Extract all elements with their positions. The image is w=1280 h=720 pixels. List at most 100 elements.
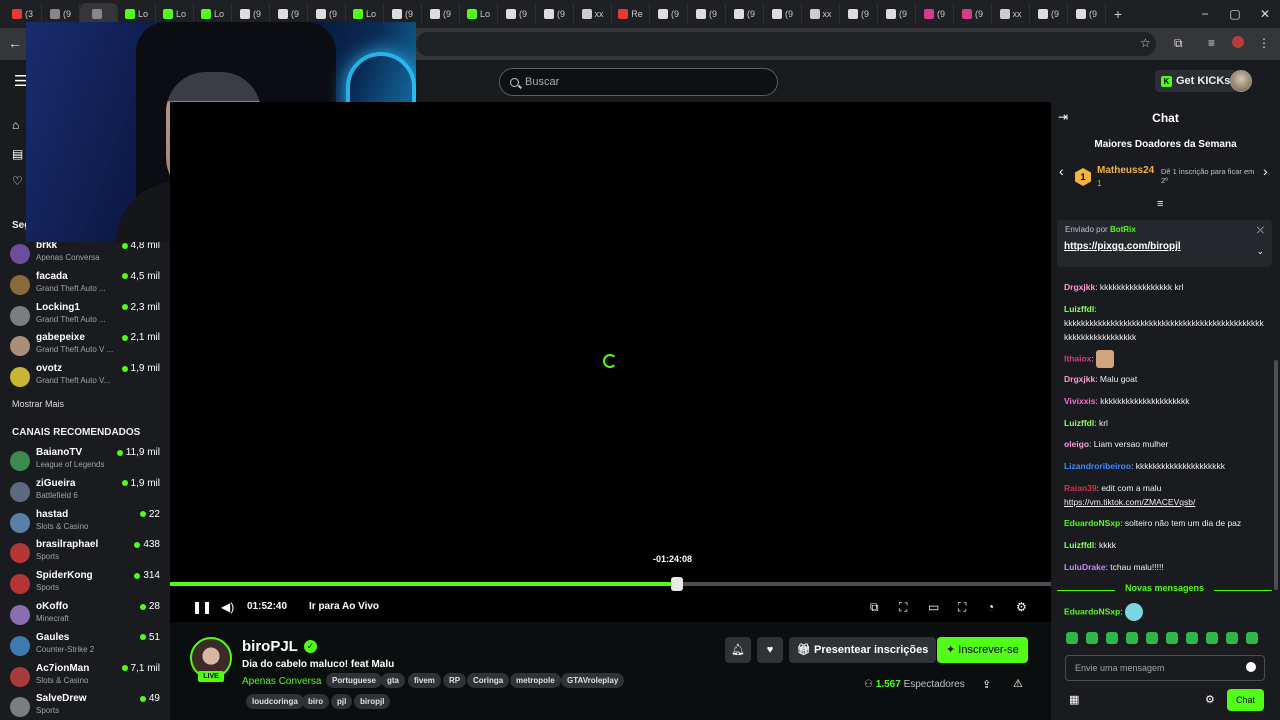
video-player[interactable]: -01:24:08 ❚❚ ◀) 01:52:40 Ir para Ao Vivo…	[170, 102, 1051, 622]
sidebar-channel-ovotz[interactable]: ovotz Grand Theft Auto V... 1,9 mil	[10, 363, 160, 391]
browser-tab[interactable]: (9	[878, 3, 916, 25]
chat-send-button[interactable]: Chat	[1227, 689, 1264, 711]
browser-tab[interactable]: Re	[612, 3, 650, 25]
emote-icon[interactable]	[1066, 632, 1078, 644]
chat-username[interactable]: Drgxjkk	[1064, 374, 1095, 384]
chevron-right-icon[interactable]: ›	[1263, 163, 1268, 179]
emote-icon[interactable]	[1126, 632, 1138, 644]
sidebar-channel-facada[interactable]: facada Grand Theft Auto ... 4,5 mil	[10, 271, 160, 299]
chat-username[interactable]: LuluDrake	[1064, 562, 1106, 572]
emoji-picker-icon[interactable]	[1246, 662, 1256, 672]
sidebar-channel-gabepeixe[interactable]: gabepeixe Grand Theft Auto V ... 2,1 mil	[10, 332, 160, 360]
stream-tag[interactable]: metropole	[510, 673, 561, 688]
go-live-button[interactable]: Ir para Ao Vivo	[309, 601, 379, 612]
star-icon[interactable]: ☆	[1140, 36, 1151, 50]
browser-tab[interactable]: (9	[498, 3, 536, 25]
home-icon[interactable]: ⌂	[12, 118, 19, 132]
stream-tag[interactable]: pjl	[331, 694, 353, 709]
browser-tab[interactable]: (9	[726, 3, 764, 25]
sidebar-channel-locking1[interactable]: Locking1 Grand Theft Auto ... 2,3 mil	[10, 302, 160, 330]
follow-heart-button[interactable]: ♥	[757, 637, 783, 663]
unpin-icon[interactable]: ⤫	[1257, 225, 1264, 236]
browser-tab[interactable]: (9	[764, 3, 802, 25]
speed-icon[interactable]: ◔	[987, 600, 994, 614]
theater-mode-icon[interactable]: ▭	[928, 600, 939, 614]
pinned-link[interactable]: https://pixgg.com/biropjl	[1064, 241, 1181, 252]
report-warning-icon[interactable]: ⚠	[1013, 677, 1023, 690]
stream-tag[interactable]: RP	[443, 673, 467, 688]
browser-tab[interactable]: (9	[916, 3, 954, 25]
user-avatar[interactable]	[1230, 70, 1252, 92]
profile-icon[interactable]	[1232, 36, 1244, 48]
stream-tag[interactable]: fivem	[408, 673, 441, 688]
emote-icon[interactable]	[1086, 632, 1098, 644]
chat-username[interactable]: oleigo	[1064, 439, 1089, 449]
sidebar-channel-ac7ionman[interactable]: Ac7ionMan Slots & Casino 7,1 mil	[10, 663, 160, 691]
browser-tab[interactable]: (9	[954, 3, 992, 25]
browser-tab[interactable]: (9	[650, 3, 688, 25]
browser-tab[interactable]: Lo	[460, 3, 498, 25]
sidebar-channel-okoffo[interactable]: oKoffo Minecraft 28	[10, 601, 160, 629]
browse-icon[interactable]: ▤	[12, 147, 23, 161]
emote-icon[interactable]	[1186, 632, 1198, 644]
filter-icon[interactable]: ≡	[1157, 198, 1163, 210]
maximize-button[interactable]: ▢	[1220, 0, 1250, 28]
stream-tag[interactable]: biropjl	[354, 694, 391, 709]
chat-username[interactable]: Luizffdl	[1064, 304, 1094, 314]
chat-scrollbar[interactable]	[1274, 360, 1278, 590]
sidebar-channel-spiderkong[interactable]: SpiderKong Sports 314	[10, 570, 160, 598]
chat-username[interactable]: lthaiox	[1064, 353, 1091, 363]
emote-icon[interactable]	[1166, 632, 1178, 644]
notification-bell-button[interactable]: 🔔︎	[725, 637, 751, 663]
extensions-icon[interactable]: ⧉	[1174, 36, 1183, 51]
sidebar-channel-gaules[interactable]: Gaules Counter-Strike 2 51	[10, 632, 160, 660]
stream-category[interactable]: Apenas Conversa	[242, 676, 322, 687]
sidebar-channel-zigueira[interactable]: ziGueira Battlefield 6 1,9 mil	[10, 478, 160, 506]
pause-icon[interactable]: ❚❚	[192, 600, 212, 614]
chat-username[interactable]: Luizffdl	[1064, 540, 1094, 550]
minimize-button[interactable]: −	[1190, 0, 1220, 28]
browser-tab[interactable]: (9	[422, 3, 460, 25]
fullscreen-icon[interactable]: ⛶	[958, 600, 966, 615]
sidebar-channel-brkk[interactable]: brkk Apenas Conversa 4,8 mil	[10, 240, 160, 268]
browser-tab[interactable]: xx	[802, 3, 840, 25]
stream-tag[interactable]: Coringa	[467, 673, 510, 688]
sidebar-channel-salvedrew[interactable]: SalveDrew Sports 49	[10, 693, 160, 720]
stream-tag[interactable]: loudcoringa	[246, 694, 304, 709]
search-input[interactable]: Buscar	[499, 68, 778, 96]
seek-handle[interactable]	[670, 577, 683, 591]
chat-username[interactable]: Vivixxis	[1064, 396, 1096, 406]
top-donor-name[interactable]: Matheuss24	[1097, 165, 1154, 176]
chat-link[interactable]: https://vm.tiktok.com/ZMACEVqsb/	[1064, 497, 1195, 507]
sidebar-channel-baianotv[interactable]: BaianoTV League of Legends 11,9 mil	[10, 447, 160, 475]
stream-tag[interactable]: GTAVroleplay	[561, 673, 625, 688]
emote-icon[interactable]	[1246, 632, 1258, 644]
back-arrow-icon[interactable]: ←	[8, 35, 22, 51]
browser-tab[interactable]: xx	[992, 3, 1030, 25]
reading-list-icon[interactable]: ≡	[1208, 36, 1215, 50]
chat-username[interactable]: Lizandroribeiroo	[1064, 461, 1131, 471]
stream-tag[interactable]: gta	[381, 673, 405, 688]
show-more-link[interactable]: Mostrar Mais	[12, 399, 64, 409]
browser-tab[interactable]: (9	[840, 3, 878, 25]
share-icon[interactable]: ⇪	[982, 678, 991, 691]
menu-dots-icon[interactable]: ⋮	[1258, 36, 1270, 50]
omnibox[interactable]	[416, 32, 1156, 56]
browser-tab[interactable]: (9	[1030, 3, 1068, 25]
chat-username[interactable]: Raian39	[1064, 483, 1097, 493]
following-heart-icon[interactable]: ♡	[12, 174, 23, 188]
gift-subs-button[interactable]: 🎁︎ Presentear inscrições	[789, 637, 937, 663]
browser-tab[interactable]: xx	[574, 3, 612, 25]
sidebar-channel-brasilraphael[interactable]: brasilraphael Sports 438	[10, 539, 160, 567]
settings-gear-icon[interactable]: ⚙	[1016, 600, 1027, 614]
emote-icon[interactable]	[1146, 632, 1158, 644]
browser-tab[interactable]: (9	[1068, 3, 1106, 25]
subscribe-button[interactable]: ✦ Inscrever-se	[937, 637, 1028, 663]
browser-tab[interactable]: (9	[536, 3, 574, 25]
gift-box-icon[interactable]: ▦	[1069, 693, 1079, 706]
chevron-down-icon[interactable]: ⌄	[1256, 246, 1264, 257]
new-messages-divider[interactable]: Novas mensagens	[1057, 583, 1272, 597]
new-tab-button[interactable]: +	[1106, 6, 1130, 22]
stream-tag[interactable]: biro	[302, 694, 330, 709]
chat-username[interactable]: EduardoNSxp	[1064, 518, 1120, 528]
